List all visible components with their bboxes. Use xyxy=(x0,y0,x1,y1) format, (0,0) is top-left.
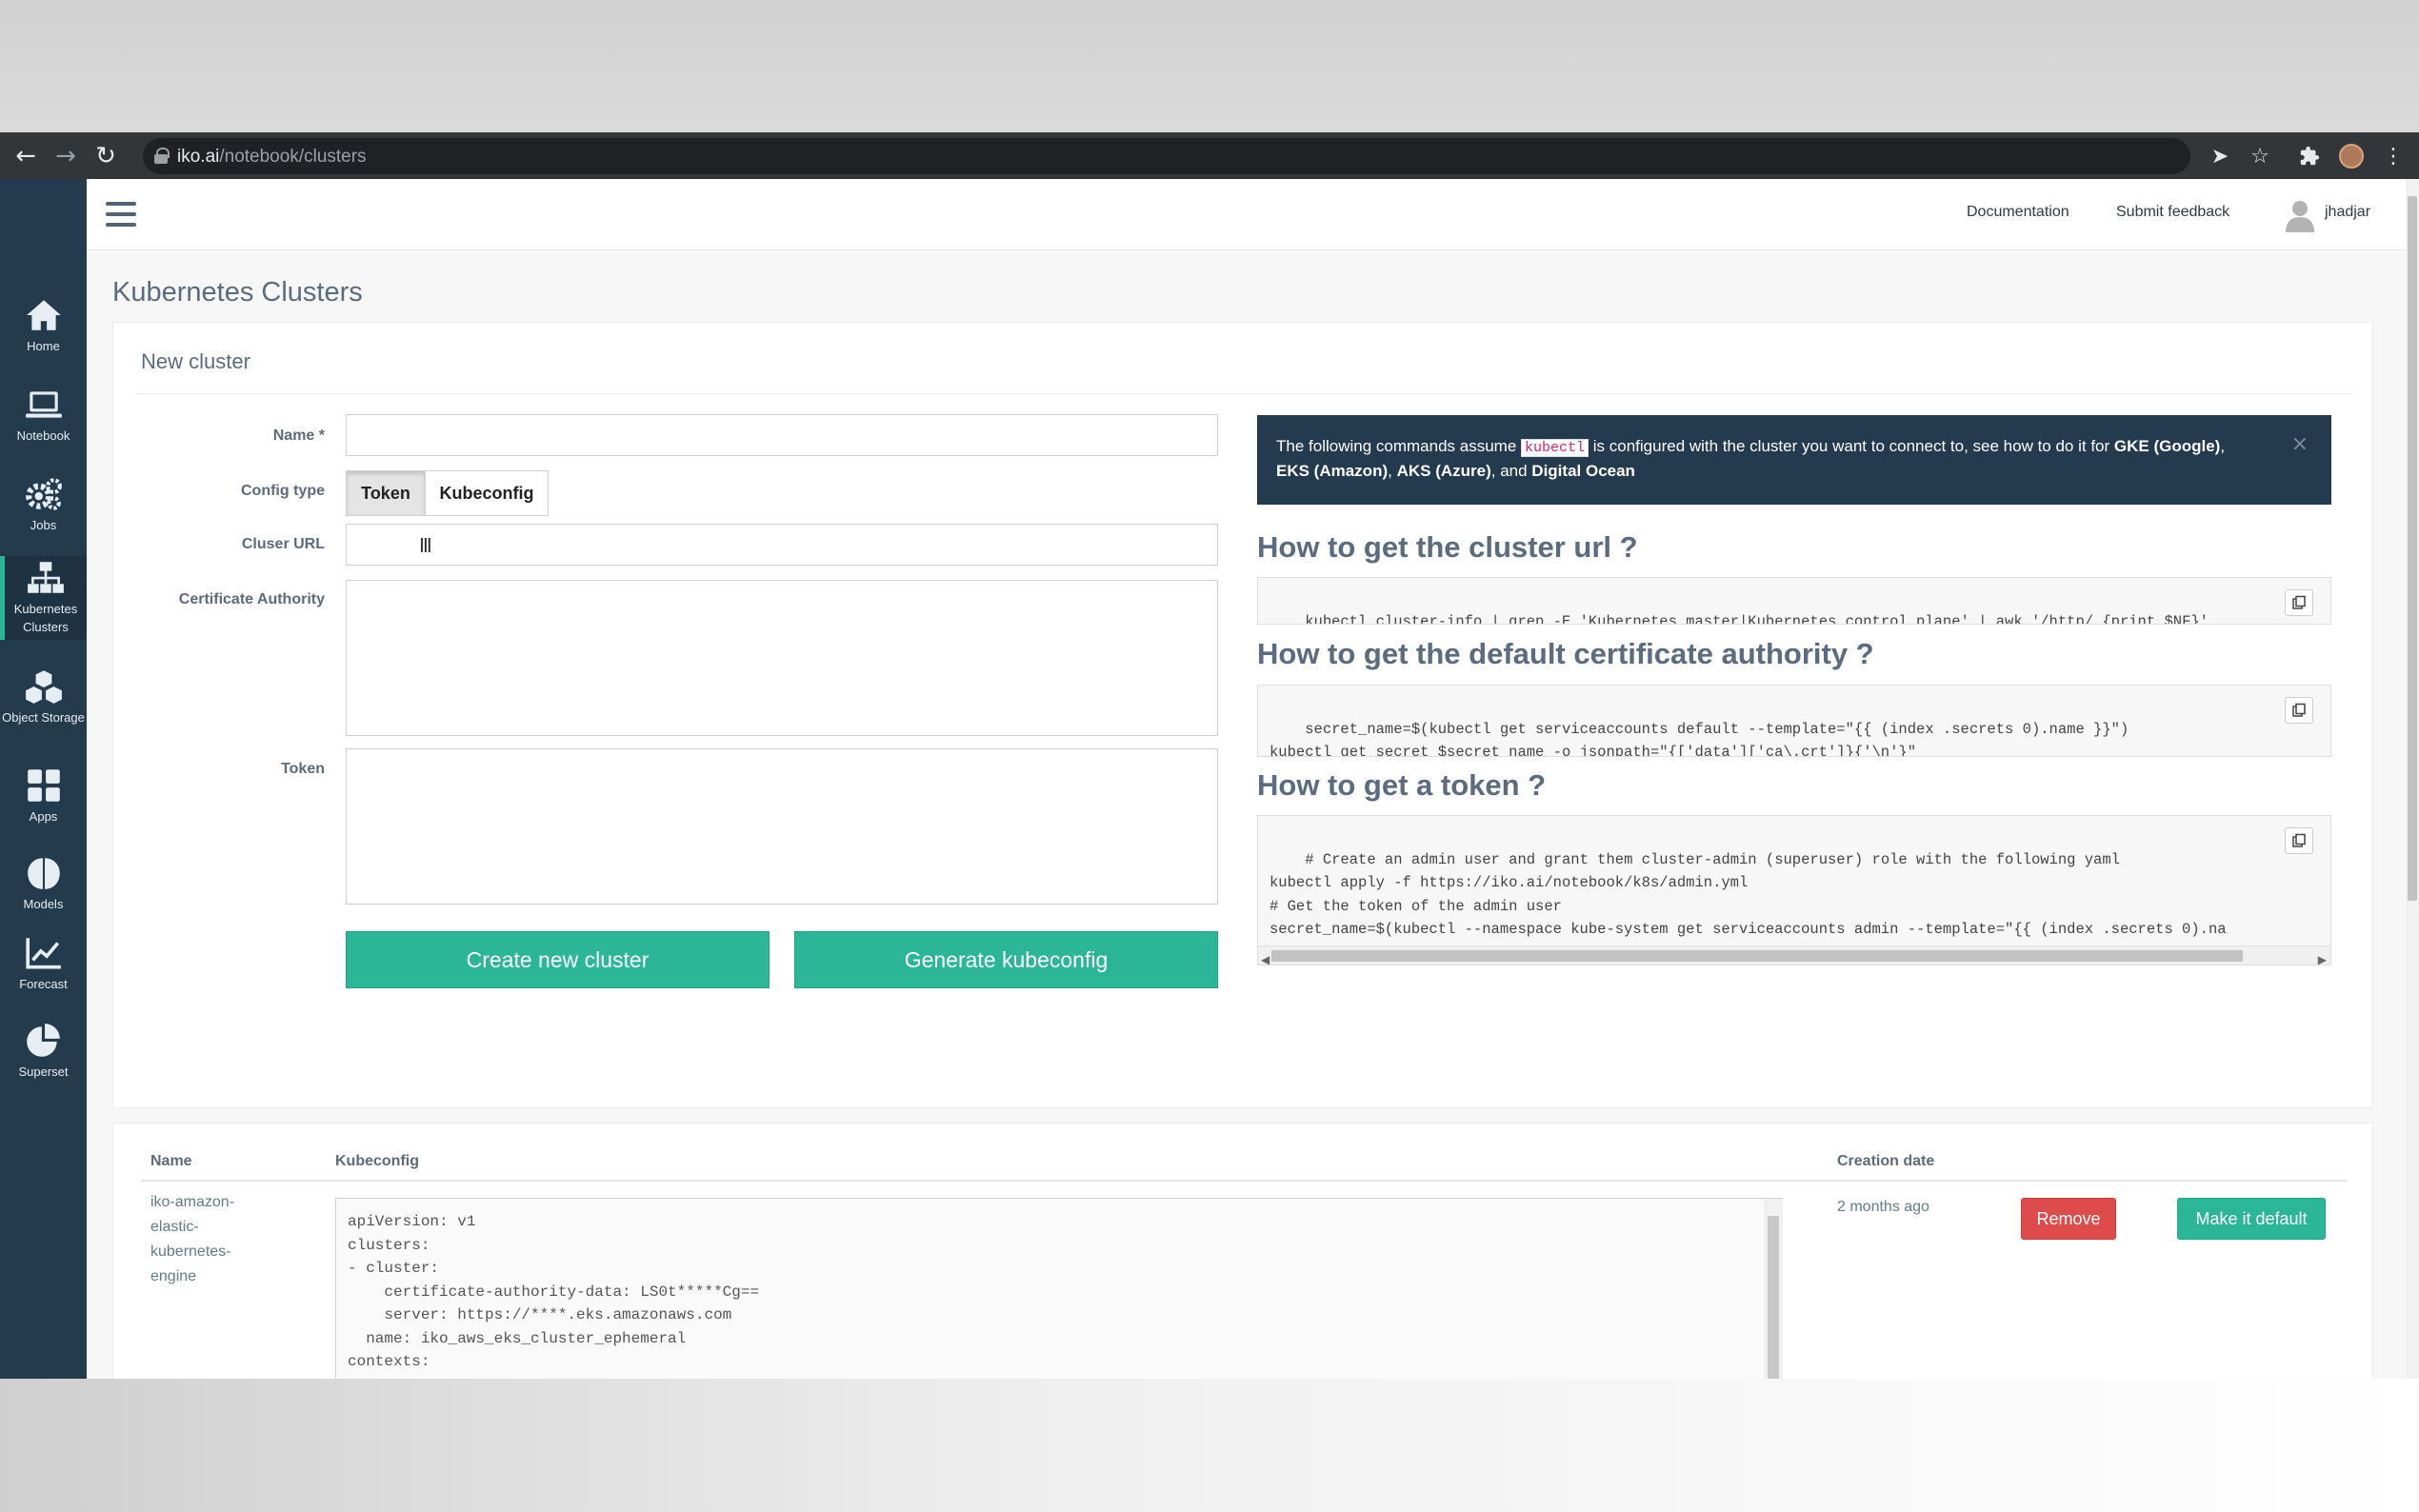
kubeconfig-viewer[interactable]: apiVersion: v1 clusters: - cluster: cert… xyxy=(335,1198,1783,1379)
cluster-url-label: Cluser URL xyxy=(241,536,325,552)
hamburger-menu-icon[interactable] xyxy=(106,202,136,229)
generate-kubeconfig-button[interactable]: Generate kubeconfig xyxy=(794,931,1218,988)
sidebar-item-superset[interactable]: Superset xyxy=(0,1009,87,1093)
app-content: Documentation Submit feedback jhadjar Ku… xyxy=(87,179,2406,1379)
submit-feedback-link[interactable]: Submit feedback xyxy=(2116,204,2229,221)
line-chart-icon xyxy=(24,935,64,971)
copy-icon[interactable] xyxy=(2285,827,2313,854)
config-type-kubeconfig-button[interactable]: Kubeconfig xyxy=(425,470,549,516)
close-icon[interactable]: × xyxy=(2291,432,2309,457)
aks-link[interactable]: AKS (Azure) xyxy=(1397,462,1491,480)
network-icon xyxy=(26,560,66,596)
back-icon[interactable]: ← xyxy=(11,142,40,170)
config-type-token-button[interactable]: Token xyxy=(346,470,426,516)
name-input[interactable] xyxy=(346,414,1218,456)
info-alert: The following commands assume kubectl is… xyxy=(1257,415,2331,505)
lock-icon xyxy=(154,148,170,164)
user-avatar-icon[interactable] xyxy=(2285,198,2315,232)
scrollbar-thumb[interactable] xyxy=(2408,196,2417,901)
pie-chart-icon xyxy=(24,1023,64,1059)
gears-icon xyxy=(24,476,64,512)
home-icon xyxy=(24,297,64,333)
inline-code: kubectl xyxy=(1521,439,1589,457)
forward-icon[interactable]: → xyxy=(51,142,80,170)
sidebar-item-apps[interactable]: Apps xyxy=(0,754,87,838)
sidebar-item-models[interactable]: Models xyxy=(0,842,87,925)
heading-certificate-authority: How to get the default certificate autho… xyxy=(1257,637,1874,670)
desktop-background-top xyxy=(0,0,2419,132)
sidebar-item-forecast[interactable]: Forecast xyxy=(0,922,87,1005)
url-text: iko.ai/notebook/clusters xyxy=(177,147,367,167)
browser-toolbar: ← → ↻ iko.ai/notebook/clusters ➤ ☆ ⋮ xyxy=(0,132,2419,179)
code-token: # Create an admin user and grant them cl… xyxy=(1257,815,2331,965)
brain-icon xyxy=(24,855,64,891)
certificate-authority-label: Certificate Authority xyxy=(178,591,325,607)
horizontal-scrollbar[interactable]: ◀ ▶ xyxy=(1258,945,2330,965)
scroll-left-icon[interactable]: ◀ xyxy=(1261,948,1269,965)
text-cursor-icon: Ⅲ xyxy=(419,534,432,557)
divider xyxy=(136,393,2351,394)
sidebar-item-kubernetes-clusters[interactable]: Kubernetes Clusters xyxy=(0,556,87,640)
address-bar[interactable]: iko.ai/notebook/clusters xyxy=(143,138,2190,174)
app-header: Documentation Submit feedback jhadjar xyxy=(87,179,2406,250)
eks-link[interactable]: EKS (Amazon) xyxy=(1276,462,1388,480)
heading-token: How to get a token ? xyxy=(1257,768,1547,802)
reload-icon[interactable]: ↻ xyxy=(91,142,120,170)
sidebar-item-home[interactable]: Home xyxy=(0,284,87,368)
name-label: Name * xyxy=(272,428,325,444)
column-creation-date: Creation date xyxy=(1837,1153,1935,1169)
sidebar-item-object-storage[interactable]: Object Storage xyxy=(0,655,87,739)
cluster-name: iko-amazon-elastic-kubernetes-engine xyxy=(150,1194,235,1284)
card-title: New cluster xyxy=(141,349,250,373)
kubeconfig-scrollbar[interactable] xyxy=(1764,1199,1783,1379)
extensions-icon[interactable] xyxy=(2295,142,2324,170)
sidebar-item-notebook[interactable]: Notebook xyxy=(0,373,87,457)
code-certificate-authority: secret_name=$(kubectl get serviceaccount… xyxy=(1257,685,2331,757)
copy-icon[interactable] xyxy=(2285,589,2313,616)
page-scrollbar[interactable] xyxy=(2406,179,2419,1379)
cubes-icon xyxy=(24,668,64,705)
remove-button[interactable]: Remove xyxy=(2021,1198,2116,1240)
scrollbar-thumb[interactable] xyxy=(1271,950,2243,962)
page-title: Kubernetes Clusters xyxy=(112,277,363,308)
grid-icon xyxy=(24,767,64,804)
copy-icon[interactable] xyxy=(2285,697,2313,724)
username[interactable]: jhadjar xyxy=(2325,204,2370,221)
token-textarea[interactable] xyxy=(346,748,1218,905)
code-cluster-url: kubectl cluster-info | grep -E 'Kubernet… xyxy=(1257,577,2331,625)
divider xyxy=(141,1180,2347,1182)
heading-cluster-url: How to get the cluster url ? xyxy=(1257,530,1638,564)
token-label: Token xyxy=(281,761,325,777)
sidebar: Home Notebook Jobs Kubernetes Clusters O… xyxy=(0,179,87,1379)
creation-date: 2 months ago xyxy=(1837,1199,1929,1215)
make-default-button[interactable]: Make it default xyxy=(2177,1198,2326,1240)
certificate-authority-textarea[interactable] xyxy=(346,580,1218,736)
config-type-label: Config type xyxy=(241,483,325,499)
gke-link[interactable]: GKE (Google) xyxy=(2114,437,2220,455)
documentation-link[interactable]: Documentation xyxy=(1967,204,2069,221)
cluster-url-input[interactable] xyxy=(346,524,1218,566)
sidebar-item-jobs[interactable]: Jobs xyxy=(0,463,87,547)
laptop-icon xyxy=(24,387,64,423)
star-icon[interactable]: ☆ xyxy=(2246,142,2274,170)
send-icon[interactable]: ➤ xyxy=(2206,142,2234,170)
column-kubeconfig: Kubeconfig xyxy=(335,1153,419,1169)
more-vert-icon[interactable]: ⋮ xyxy=(2379,142,2408,170)
scroll-right-icon[interactable]: ▶ xyxy=(2318,948,2327,965)
create-new-cluster-button[interactable]: Create new cluster xyxy=(346,931,770,988)
column-name: Name xyxy=(150,1153,192,1169)
desktop-background-bottom xyxy=(0,1379,2419,1512)
profile-icon[interactable] xyxy=(2337,142,2366,170)
digital-ocean-link[interactable]: Digital Ocean xyxy=(1531,462,1635,480)
